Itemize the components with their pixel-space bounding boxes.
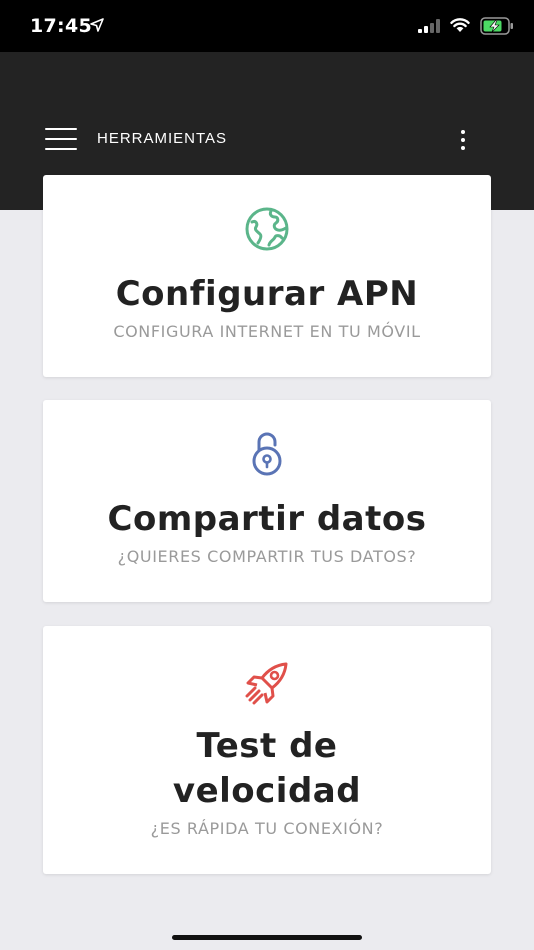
battery-charging-icon	[480, 17, 513, 35]
home-indicator[interactable]	[172, 935, 362, 940]
status-bar: 17:45	[0, 0, 534, 52]
unlocked-padlock-icon	[252, 432, 282, 476]
rocket-icon	[245, 662, 288, 705]
hamburger-menu-icon[interactable]	[45, 128, 77, 152]
cellular-signal-icon	[418, 19, 440, 33]
card-title: Configurar APN	[115, 274, 419, 314]
configure-apn-card[interactable]: Configurar APN CONFIGURA INTERNET EN TU …	[43, 175, 491, 377]
card-title: Compartir datos	[107, 499, 427, 539]
wifi-icon	[450, 18, 470, 32]
status-time: 17:45	[30, 15, 92, 37]
card-subtitle: ¿ES RÁPIDA TU CONEXIÓN?	[150, 819, 384, 838]
share-data-card[interactable]: Compartir datos ¿QUIERES COMPARTIR TUS D…	[43, 400, 491, 602]
card-subtitle: ¿QUIERES COMPARTIR TUS DATOS?	[117, 547, 417, 566]
card-title-line-2: velocidad	[172, 771, 362, 811]
header-title: HERRAMIENTAS	[97, 130, 228, 147]
card-title-line-1: Test de	[196, 726, 338, 766]
more-options-icon[interactable]	[455, 128, 471, 152]
card-subtitle: CONFIGURA INTERNET EN TU MÓVIL	[113, 322, 421, 341]
globe-icon	[245, 207, 289, 251]
speed-test-card[interactable]: Test de velocidad ¿ES RÁPIDA TU CONEXIÓN…	[43, 626, 491, 874]
location-arrow-icon	[90, 18, 104, 32]
